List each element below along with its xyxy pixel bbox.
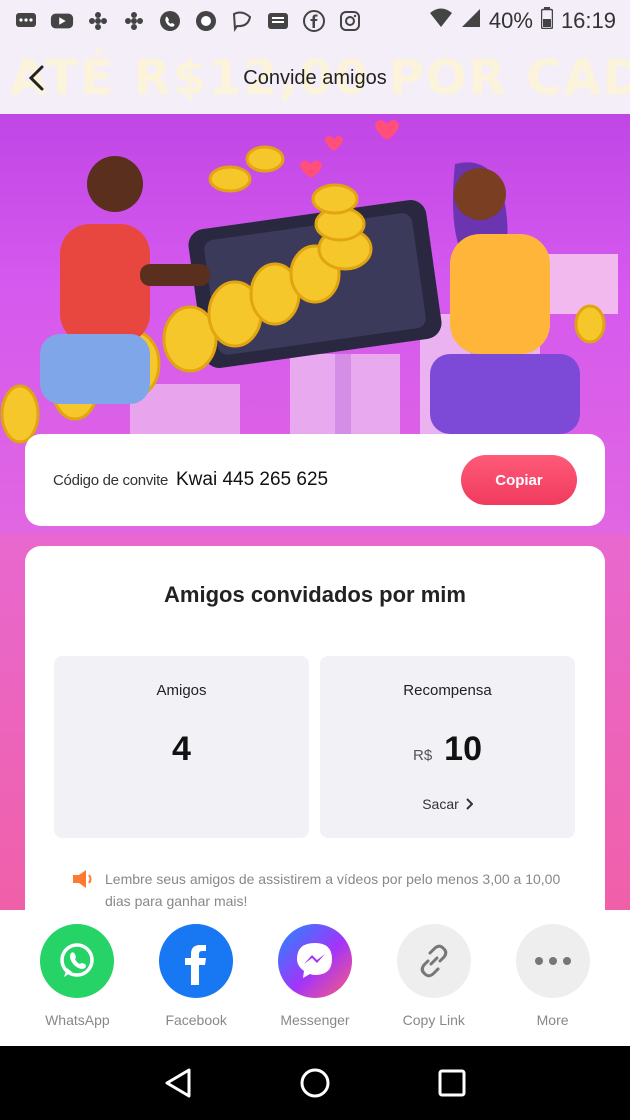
share-label: More: [536, 1012, 569, 1028]
reminder-text: Lembre seus amigos de assistirem a vídeo…: [105, 871, 561, 909]
chevron-right-icon: [466, 798, 473, 810]
share-label: Facebook: [165, 1012, 227, 1028]
reward-amount: R$ 10: [320, 730, 575, 769]
friends-label: Amigos: [156, 682, 207, 699]
invited-friends-card: Amigos convidados por mim Amigos 4 Recom…: [25, 546, 605, 946]
link-icon: [396, 924, 471, 998]
news-icon: [266, 9, 290, 33]
share-copy-link[interactable]: Copy Link: [384, 924, 484, 1046]
share-whatsapp[interactable]: WhatsApp: [27, 924, 127, 1046]
share-more[interactable]: More: [503, 924, 603, 1046]
clock: 16:19: [560, 8, 616, 33]
nav-back-button[interactable]: [156, 1061, 200, 1105]
invited-title: Amigos convidados por mim: [164, 582, 466, 607]
back-button[interactable]: [18, 58, 54, 98]
page-title: Convide amigos: [243, 66, 387, 89]
whatsapp-icon: [158, 9, 182, 33]
share-label: WhatsApp: [45, 1012, 110, 1028]
system-status: 40% 16:19: [429, 7, 616, 35]
triangle-back-icon: [165, 1068, 191, 1098]
record-icon: [194, 9, 218, 33]
currency-symbol: R$: [412, 747, 433, 764]
messenger-icon: [277, 924, 352, 998]
chat-icon: [230, 9, 254, 33]
share-label: Copy Link: [402, 1012, 465, 1028]
status-bar: 40% 16:19: [0, 0, 630, 42]
friends-stat: Amigos 4: [54, 656, 309, 838]
battery-percent: 40%: [488, 8, 533, 33]
circle-home-icon: [300, 1068, 330, 1098]
chevron-left-icon: [28, 65, 44, 91]
share-label: Messenger: [280, 1012, 350, 1028]
friends-count: 4: [172, 730, 191, 768]
invite-code-card: Código de convite Kwai 445 265 625 Copia…: [25, 434, 605, 526]
share-bar: WhatsApp Facebook Messenger Copy Link Mo…: [0, 910, 630, 1046]
header: ATÉ R$12,00 POR CADA UM Convide amigos: [0, 42, 630, 114]
more-icon: [515, 924, 590, 998]
facebook-icon: [302, 9, 326, 33]
battery-icon: [540, 7, 554, 35]
whatsapp-icon: [40, 924, 115, 998]
signal-icon: [461, 8, 481, 34]
reward-label: Recompensa: [403, 682, 492, 699]
facebook-icon: [159, 924, 234, 998]
square-recents-icon: [438, 1069, 466, 1097]
share-facebook[interactable]: Facebook: [146, 924, 246, 1046]
fan-icon: [122, 9, 146, 33]
withdraw-link[interactable]: Sacar: [320, 796, 575, 812]
invite-code-value: Kwai 445 265 625: [175, 469, 329, 490]
withdraw-label: Sacar: [422, 796, 459, 812]
nav-recents-button[interactable]: [430, 1061, 474, 1105]
message-icon: [14, 9, 38, 33]
reminder-note: Lembre seus amigos de assistirem a vídeo…: [71, 868, 581, 912]
speaker-icon: [71, 868, 95, 890]
share-messenger[interactable]: Messenger: [265, 924, 365, 1046]
instagram-icon: [338, 9, 362, 33]
youtube-icon: [50, 9, 74, 33]
notification-icons: [14, 9, 362, 33]
wifi-icon: [429, 8, 453, 34]
nav-home-button[interactable]: [293, 1061, 337, 1105]
navigation-bar: [0, 1046, 630, 1120]
reward-value: 10: [444, 730, 482, 768]
copy-button[interactable]: Copiar: [461, 455, 577, 505]
fan-icon: [86, 9, 110, 33]
invite-code-label: Código de convite: [53, 471, 168, 489]
reward-stat: Recompensa R$ 10 Sacar: [320, 656, 575, 838]
